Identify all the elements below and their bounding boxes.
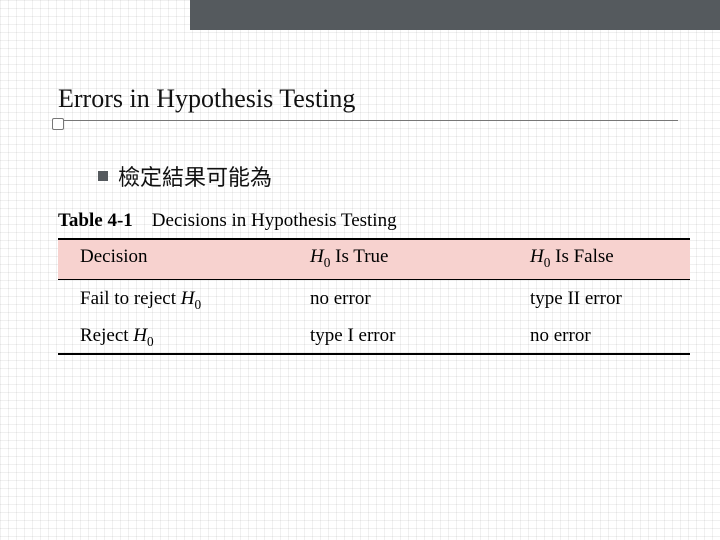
bullet-icon <box>98 171 108 181</box>
row1-decision: Reject H0 <box>58 325 310 350</box>
slide-title: Errors in Hypothesis Testing <box>58 84 680 114</box>
title-node-icon <box>52 118 64 130</box>
row1-true: type I error <box>310 325 530 350</box>
h0-true-suffix: Is True <box>330 246 388 267</box>
row0-d-prefix: Fail to reject <box>80 288 181 309</box>
h0-false-suffix: Is False <box>550 246 613 267</box>
row0-false: type II error <box>530 288 690 313</box>
header-h0-true: H0 Is True <box>310 246 530 271</box>
table-rule-bottom <box>58 353 690 355</box>
row0-d-sym: H <box>181 288 195 309</box>
title-block: Errors in Hypothesis Testing <box>58 84 680 121</box>
table-area: Table 4-1 Decisions in Hypothesis Testin… <box>58 210 690 355</box>
row1-d-sym: H <box>133 325 147 346</box>
row0-true: no error <box>310 288 530 313</box>
subtitle-text: 檢定結果可能為 <box>118 160 272 192</box>
top-bar <box>190 0 720 30</box>
table-header-row: Decision H0 Is True H0 Is False <box>58 240 690 279</box>
table-caption: Table 4-1 Decisions in Hypothesis Testin… <box>58 210 690 232</box>
row1-d-prefix: Reject <box>80 325 133 346</box>
table-label: Table 4-1 <box>58 210 133 231</box>
table-row: Reject H0 type I error no error <box>58 317 690 354</box>
table-caption-text: Decisions in Hypothesis Testing <box>152 210 397 231</box>
row0-decision: Fail to reject H0 <box>58 288 310 313</box>
h0-false-sym: H <box>530 246 544 267</box>
table-row: Fail to reject H0 no error type II error <box>58 280 690 317</box>
title-underline <box>58 120 678 121</box>
row0-d-sub: 0 <box>195 297 202 312</box>
header-h0-false: H0 Is False <box>530 246 690 271</box>
row1-d-sub: 0 <box>147 333 154 348</box>
header-decision: Decision <box>58 246 310 271</box>
subtitle-row: 檢定結果可能為 <box>98 160 272 192</box>
row1-false: no error <box>530 325 690 350</box>
h0-true-sym: H <box>310 246 324 267</box>
